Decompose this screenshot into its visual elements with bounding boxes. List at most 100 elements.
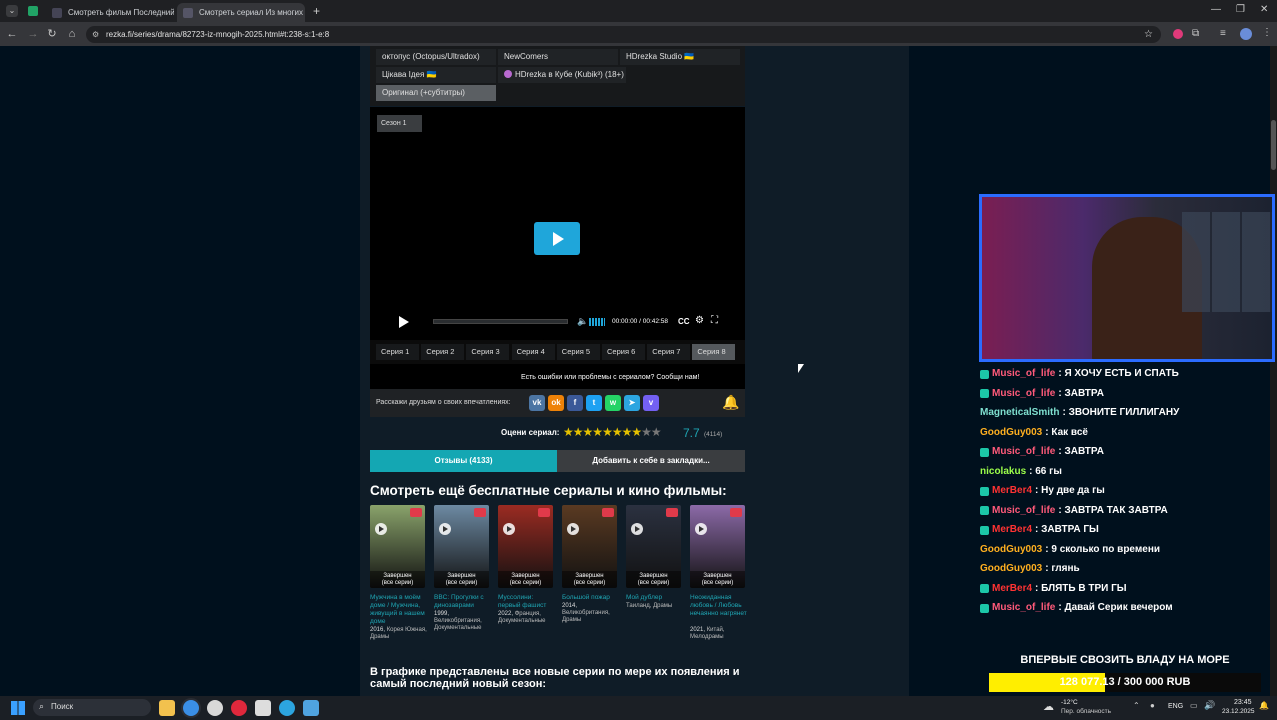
start-windows-icon[interactable] xyxy=(11,701,25,715)
settings-gear-icon[interactable]: ⚙ xyxy=(695,315,704,326)
play-icon[interactable] xyxy=(503,523,515,535)
tray-chevron-icon[interactable]: ⌃ xyxy=(1133,701,1140,710)
profile-avatar[interactable] xyxy=(1240,28,1252,40)
bookmark-star-icon[interactable]: ☆ xyxy=(1144,26,1153,43)
poster-title[interactable]: Муссолини: первый фашист xyxy=(498,594,556,610)
poster-card[interactable]: Завершен (все серии) xyxy=(434,505,489,588)
poster-card[interactable]: Завершен (все серии) xyxy=(370,505,425,588)
music-app-icon[interactable] xyxy=(207,700,223,716)
opera-icon[interactable] xyxy=(231,700,247,716)
play-icon[interactable] xyxy=(399,316,409,328)
tab-movie[interactable]: Смотреть фильм Последний - ✕ xyxy=(46,3,174,22)
poster-title[interactable]: Мой дублер xyxy=(626,594,684,602)
translator-option[interactable]: NewComers xyxy=(498,49,618,65)
poster-card[interactable]: Завершен (все серии) xyxy=(690,505,745,588)
star-icon[interactable]: ★ xyxy=(563,425,574,439)
seek-bar[interactable] xyxy=(433,319,568,324)
photos-icon[interactable] xyxy=(303,700,319,716)
star-icon[interactable]: ★ xyxy=(592,425,603,439)
fullscreen-icon[interactable]: ⛶ xyxy=(711,315,718,326)
notifications-icon[interactable]: 🔔 xyxy=(1259,701,1269,710)
translator-option-selected[interactable]: Оригинал (+субтитры) xyxy=(376,85,496,101)
poster-card[interactable]: Завершен (все серии) xyxy=(562,505,617,588)
poster-card[interactable]: Завершен (все серии) xyxy=(626,505,681,588)
episode-button[interactable]: Серия 8 xyxy=(692,344,736,360)
chrome-icon[interactable] xyxy=(183,700,199,716)
media-control-icon[interactable]: ≡ xyxy=(1220,28,1226,39)
rating-stars[interactable]: ★★★★★★★★★★ xyxy=(563,425,662,439)
file-explorer-icon[interactable] xyxy=(159,700,175,716)
star-icon[interactable]: ★ xyxy=(651,425,662,439)
telegram-taskbar-icon[interactable] xyxy=(279,700,295,716)
twitter-icon[interactable]: t xyxy=(586,395,602,411)
notification-bell-icon[interactable]: 🔔 xyxy=(722,394,740,412)
star-icon[interactable]: ★ xyxy=(631,425,642,439)
subtitles-button[interactable]: CC xyxy=(678,317,690,326)
episode-button[interactable]: Серия 6 xyxy=(602,344,645,360)
play-icon[interactable] xyxy=(567,523,579,535)
new-tab-button[interactable]: + xyxy=(313,4,320,18)
browser-menu-icon[interactable]: ⋮ xyxy=(1262,27,1272,38)
episode-button[interactable]: Серия 7 xyxy=(647,344,691,360)
telegram-icon[interactable]: ➤ xyxy=(624,395,640,411)
forward-icon[interactable]: → xyxy=(26,27,40,41)
poster-title[interactable]: Неожиданная любовь / Любовь нечаянно наг… xyxy=(690,594,748,618)
volume-slider[interactable] xyxy=(589,318,605,326)
poster-title[interactable]: Мужчина в моём доме / Мужчина, живущий в… xyxy=(370,594,428,626)
play-icon[interactable] xyxy=(695,523,707,535)
poster-title[interactable]: Большой пожар xyxy=(562,594,620,602)
error-report-link[interactable]: Есть ошибки или проблемы с сериалом? Соо… xyxy=(521,374,699,381)
play-icon[interactable] xyxy=(375,523,387,535)
poster-card[interactable]: Завершен (все серии) xyxy=(498,505,553,588)
back-icon[interactable]: ← xyxy=(5,27,19,41)
star-icon[interactable]: ★ xyxy=(602,425,613,439)
big-play-button[interactable] xyxy=(534,222,580,255)
facebook-icon[interactable]: f xyxy=(567,395,583,411)
play-icon[interactable] xyxy=(439,523,451,535)
clock-date[interactable]: 23.12.2025 xyxy=(1222,708,1255,715)
translator-option[interactable]: Цікава Ідея 🇺🇦 xyxy=(376,67,496,83)
close-window-icon[interactable]: ✕ xyxy=(1260,4,1268,15)
reload-icon[interactable]: ↻ xyxy=(45,27,59,41)
volume-tray-icon[interactable]: 🔊 xyxy=(1204,700,1215,711)
episode-button[interactable]: Серия 2 xyxy=(421,344,465,360)
taskbar-search-box[interactable]: ⌕ Поиск xyxy=(33,699,151,716)
site-info-icon[interactable]: ⚙ xyxy=(92,26,99,43)
episode-button[interactable]: Серия 4 xyxy=(511,344,555,360)
maximize-icon[interactable]: ❐ xyxy=(1236,4,1245,15)
tab-search-icon[interactable]: ⌄ xyxy=(6,5,18,17)
episode-button[interactable]: Серия 5 xyxy=(556,344,600,360)
home-icon[interactable]: ⌂ xyxy=(65,27,79,41)
epic-games-icon[interactable] xyxy=(255,700,271,716)
episode-button[interactable]: Серия 3 xyxy=(466,344,510,360)
scrollbar-thumb[interactable] xyxy=(1271,120,1276,170)
star-icon[interactable]: ★ xyxy=(641,425,652,439)
viber-icon[interactable]: v xyxy=(643,395,659,411)
star-icon[interactable]: ★ xyxy=(622,425,633,439)
ok-icon[interactable]: ok xyxy=(548,395,564,411)
clock-time[interactable]: 23:45 xyxy=(1234,699,1252,706)
season-selector[interactable]: Сезон 1 xyxy=(377,115,422,132)
address-bar[interactable]: ⚙ rezka.fi/series/drama/82723-iz-mnogih-… xyxy=(86,26,1161,43)
volume-icon[interactable]: 🔈 xyxy=(577,316,588,327)
star-icon[interactable]: ★ xyxy=(573,425,584,439)
star-icon[interactable]: ★ xyxy=(612,425,623,439)
sheets-app-icon[interactable] xyxy=(28,6,38,16)
poster-title[interactable]: BBC: Прогулки с динозаврами xyxy=(434,594,492,610)
vk-icon[interactable]: vk xyxy=(529,395,545,411)
tab-series[interactable]: Смотреть сериал Из многих / ✕ xyxy=(177,3,305,22)
play-icon[interactable] xyxy=(631,523,643,535)
translator-option[interactable]: октопус (Octopus/Ultradox) xyxy=(376,49,496,65)
star-icon[interactable]: ★ xyxy=(583,425,594,439)
language-indicator[interactable]: ENG xyxy=(1168,703,1183,710)
extension-icon[interactable] xyxy=(1173,29,1183,39)
tab-reviews[interactable]: Отзывы (4133) xyxy=(370,450,557,472)
network-icon[interactable]: ▭ xyxy=(1190,701,1198,710)
microphone-icon[interactable]: ● xyxy=(1150,701,1155,710)
translator-option[interactable]: HDrezka Studio 🇺🇦 xyxy=(620,49,740,65)
extensions-puzzle-icon[interactable]: ⧉ xyxy=(1192,28,1199,39)
translator-option[interactable]: HDrezka в Кубе (Kubik³) (18+) xyxy=(498,67,626,83)
whatsapp-icon[interactable]: w xyxy=(605,395,621,411)
minimize-icon[interactable]: — xyxy=(1211,4,1221,15)
tab-bookmark[interactable]: Добавить к себе в закладки... xyxy=(557,450,745,472)
